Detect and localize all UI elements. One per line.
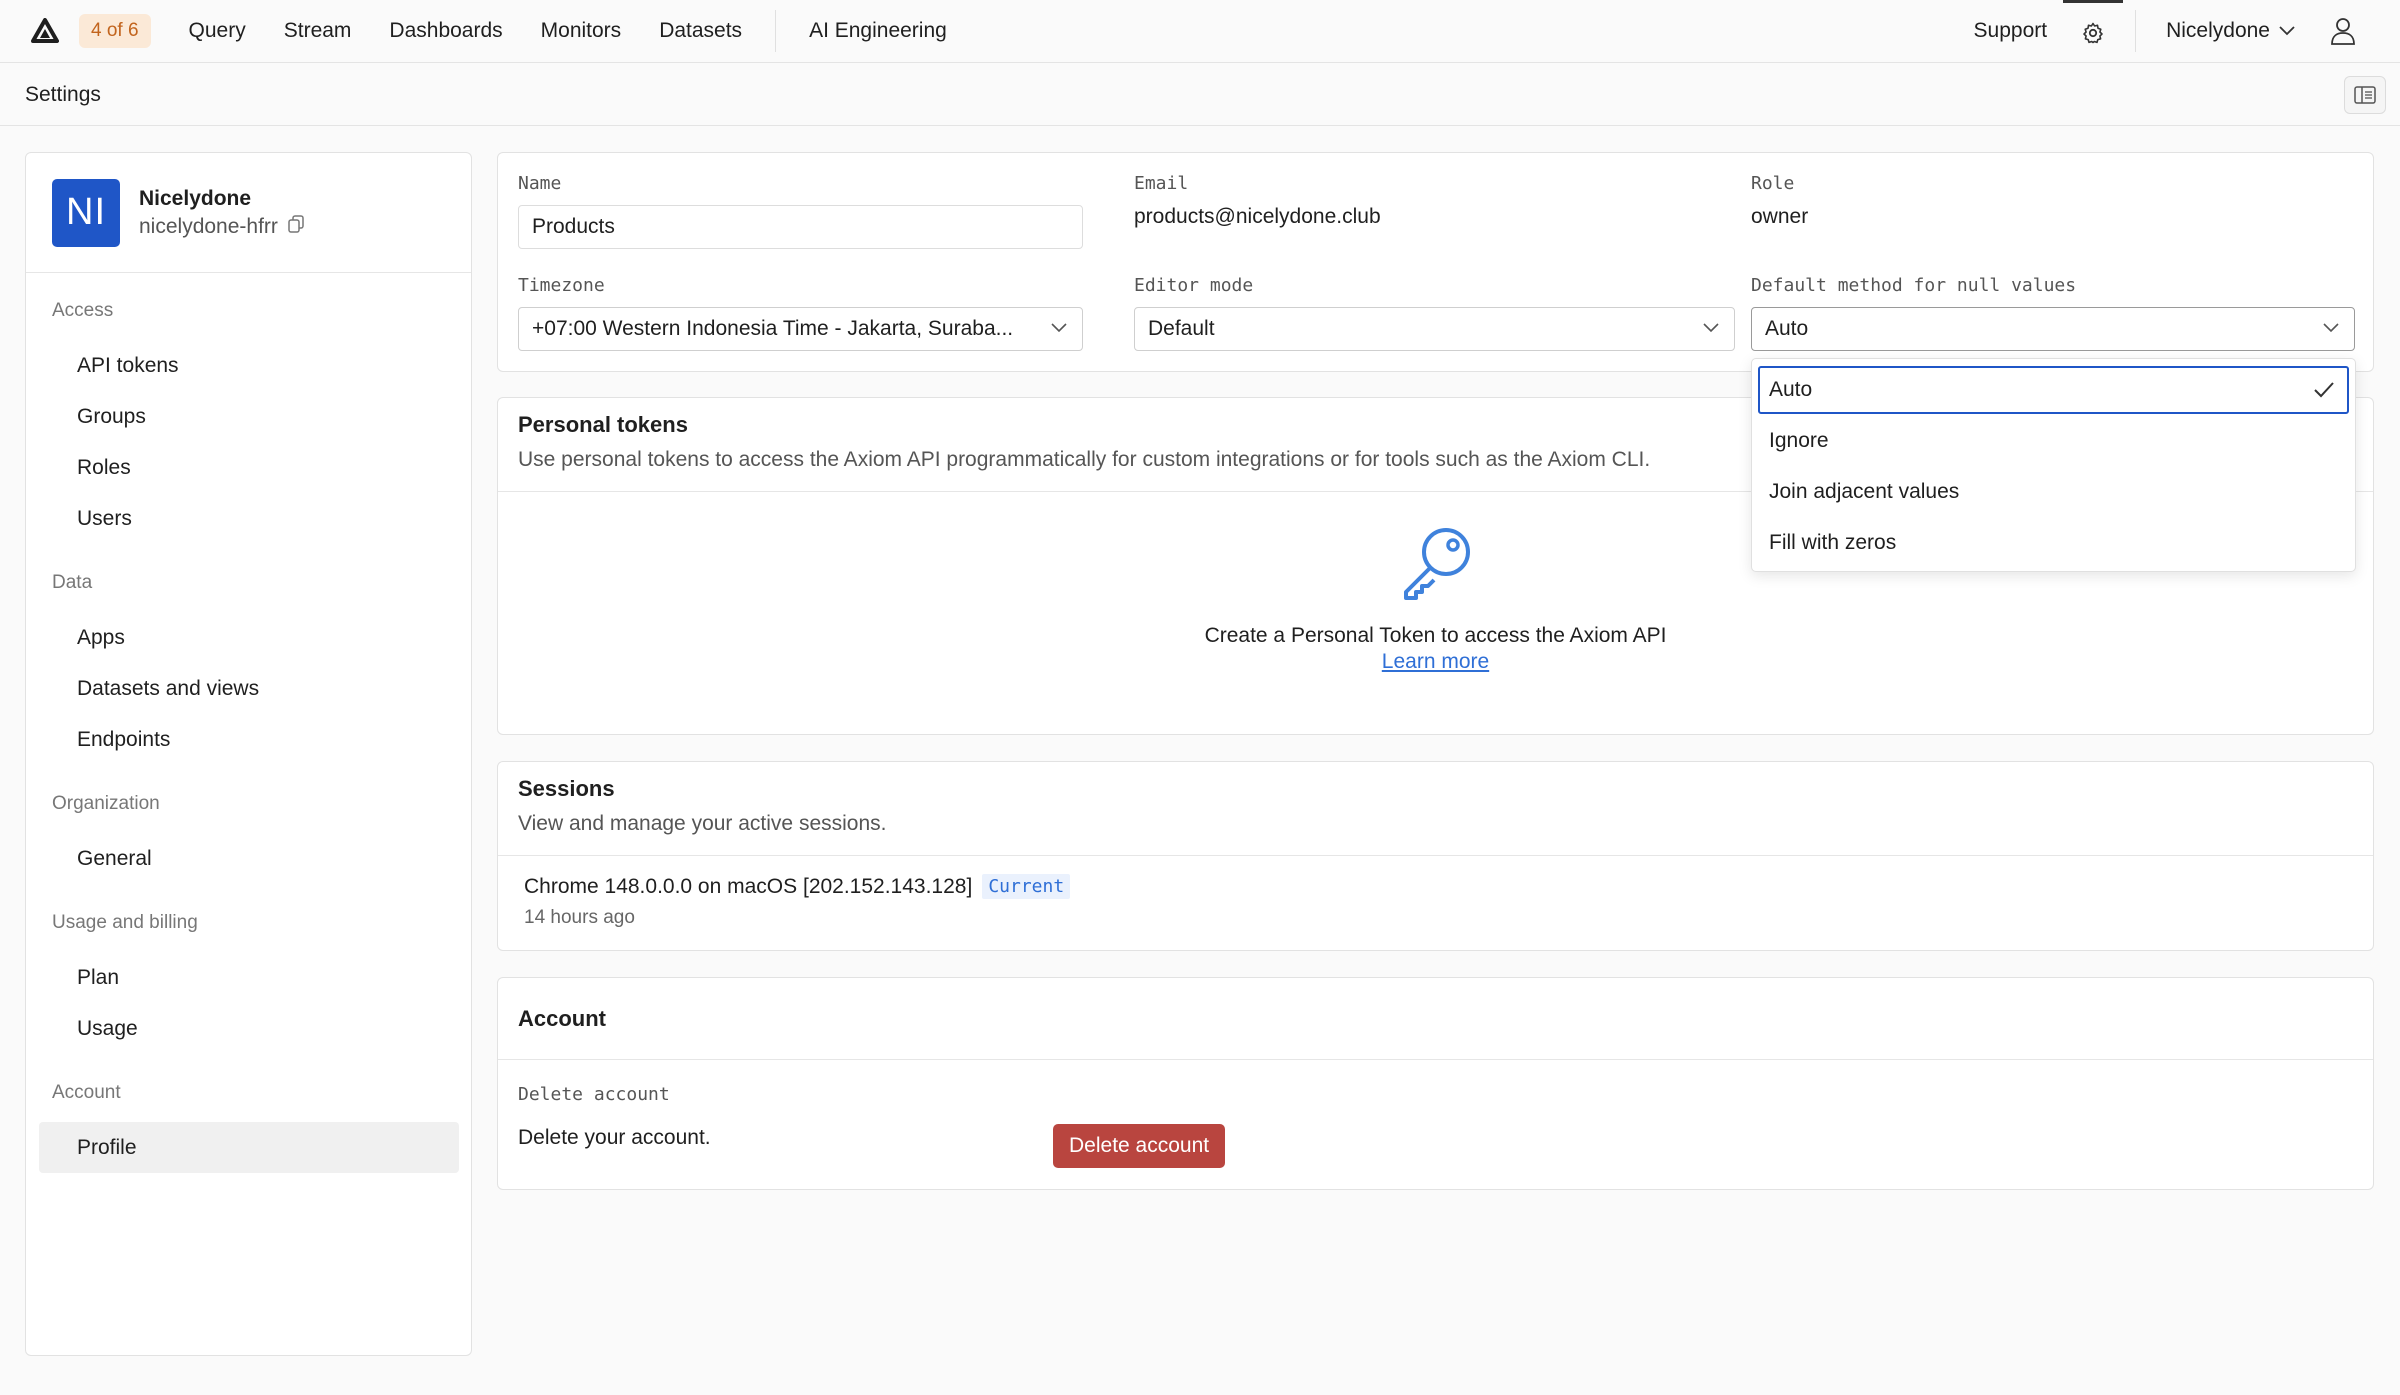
org-menu[interactable]: Nicelydone [2166, 19, 2296, 43]
sidebar-item-users[interactable]: Users [52, 493, 471, 544]
page-title: Settings [25, 82, 101, 106]
nav-datasets[interactable]: Datasets [659, 19, 742, 43]
account-card: Account Delete account Delete your accou… [497, 977, 2374, 1190]
session-device: Chrome 148.0.0.0 on macOS [202.152.143.1… [524, 874, 973, 898]
copy-icon[interactable] [288, 214, 304, 239]
name-input-value: Products [532, 215, 615, 238]
nav-dashboards[interactable]: Dashboards [389, 19, 502, 43]
nav-ai-engineering[interactable]: AI Engineering [809, 19, 947, 43]
null-method-select-value: Auto [1765, 317, 1809, 340]
null-option-ignore[interactable]: Ignore [1752, 417, 2357, 465]
nav-divider [775, 10, 777, 52]
null-option-label: Ignore [1769, 429, 1829, 452]
gear-icon [2083, 22, 2103, 43]
null-option-label: Join adjacent values [1769, 480, 1960, 503]
null-option-auto[interactable]: Auto [1758, 366, 2349, 414]
user-icon [2331, 18, 2355, 45]
sessions-card: Sessions View and manage your active ses… [497, 761, 2374, 951]
delete-account-button[interactable]: Delete account [1053, 1124, 1226, 1168]
count-badge[interactable]: 4 of 6 [79, 14, 151, 48]
null-option-label: Auto [1769, 378, 1813, 401]
axiom-logo-icon[interactable] [29, 15, 61, 47]
nav-divider-right [2135, 10, 2137, 52]
role-label: Role [1751, 173, 1795, 194]
sidebar-item-general[interactable]: General [52, 833, 471, 884]
org-name: Nicelydone [139, 186, 252, 210]
chevron-down-icon [1703, 323, 1719, 333]
sessions-description: View and manage your active sessions. [518, 812, 887, 835]
tokens-empty-text: Create a Personal Token to access the Ax… [1204, 624, 1667, 647]
sessions-title: Sessions [518, 776, 615, 801]
sub-header: Settings [0, 64, 2400, 126]
settings-tab[interactable] [2063, 0, 2124, 63]
editor-mode-select-value: Default [1148, 317, 1215, 340]
sidebar-item-apps[interactable]: Apps [52, 612, 471, 663]
current-session-badge: Current [982, 874, 1071, 899]
sidebar-group-usage-billing: Usage and billing Plan Usage [26, 912, 471, 1054]
sidebar-heading: Data [52, 572, 93, 593]
sidebar-heading: Usage and billing [52, 912, 198, 933]
chevron-down-icon [1051, 323, 1067, 333]
null-method-label: Default method for null values [1751, 275, 2077, 296]
sidebar-group-organization: Organization General [26, 793, 471, 884]
sidebar-item-datasets-and-views[interactable]: Datasets and views [52, 663, 471, 714]
top-nav: 4 of 6 Query Stream Dashboards Monitors … [0, 0, 2400, 63]
role-value: owner [1751, 205, 1809, 228]
check-icon [2314, 382, 2334, 398]
timezone-label: Timezone [518, 275, 605, 296]
sidebar-heading: Access [52, 300, 114, 321]
name-input[interactable]: Products [518, 205, 1083, 249]
name-label: Name [518, 173, 562, 194]
sidebar-group-data: Data Apps Datasets and views Endpoints [26, 572, 471, 765]
editor-mode-select[interactable]: Default [1134, 307, 1735, 351]
email-label: Email [1134, 173, 1189, 194]
org-menu-label: Nicelydone [2166, 19, 2270, 42]
sidebar-item-plan[interactable]: Plan [52, 952, 471, 1003]
layout-toggle-button[interactable] [2344, 76, 2386, 114]
null-option-join-adjacent[interactable]: Join adjacent values [1752, 468, 2357, 516]
sidebar-item-groups[interactable]: Groups [52, 391, 471, 442]
null-option-label: Fill with zeros [1769, 531, 1897, 554]
sidebar-group-account: Account Profile [26, 1082, 471, 1173]
sidebar-heading: Organization [52, 793, 160, 814]
sidebar-item-roles[interactable]: Roles [52, 442, 471, 493]
sidebar-heading: Account [52, 1082, 121, 1103]
session-time: 14 hours ago [524, 907, 635, 928]
settings-sidebar: NI Nicelydone nicelydone-hfrr Access API… [25, 152, 472, 1356]
profile-settings-card: Name Products Email products@nicelydone.… [497, 152, 2374, 372]
chevron-down-icon [2279, 26, 2295, 36]
sidebar-group-access: Access API tokens Groups Roles Users [26, 300, 471, 544]
layout-icon [2354, 86, 2376, 104]
nav-query[interactable]: Query [189, 19, 246, 43]
editor-mode-label: Editor mode [1134, 275, 1254, 296]
nav-stream[interactable]: Stream [284, 19, 352, 43]
delete-account-label: Delete account [518, 1084, 670, 1105]
sidebar-item-profile[interactable]: Profile [39, 1122, 459, 1173]
timezone-select-value: +07:00 Western Indonesia Time - Jakarta,… [532, 317, 1014, 340]
org-avatar: NI [52, 178, 120, 247]
timezone-select[interactable]: +07:00 Western Indonesia Time - Jakarta,… [518, 307, 1083, 351]
null-method-select[interactable]: Auto [1751, 307, 2355, 351]
sidebar-item-endpoints[interactable]: Endpoints [52, 714, 471, 765]
org-id: nicelydone-hfrr [139, 214, 278, 238]
email-value: products@nicelydone.club [1134, 205, 1381, 228]
delete-account-description: Delete your account. [518, 1126, 711, 1149]
org-header: NI Nicelydone nicelydone-hfrr [26, 153, 471, 273]
account-title: Account [518, 1005, 606, 1031]
session-item: Chrome 148.0.0.0 on macOS [202.152.143.1… [524, 874, 1071, 929]
nav-support[interactable]: Support [1974, 19, 2048, 43]
null-method-dropdown: Auto Ignore Join adjacent values Fill wi… [1751, 358, 2356, 572]
nav-monitors[interactable]: Monitors [541, 19, 622, 43]
sidebar-item-usage[interactable]: Usage [52, 1003, 471, 1054]
sidebar-item-api-tokens[interactable]: API tokens [52, 340, 471, 391]
null-option-fill-zeros[interactable]: Fill with zeros [1752, 519, 2357, 567]
chevron-down-icon [2323, 323, 2339, 333]
learn-more-link[interactable]: Learn more [1382, 650, 1489, 673]
user-profile-button[interactable] [2330, 17, 2356, 45]
